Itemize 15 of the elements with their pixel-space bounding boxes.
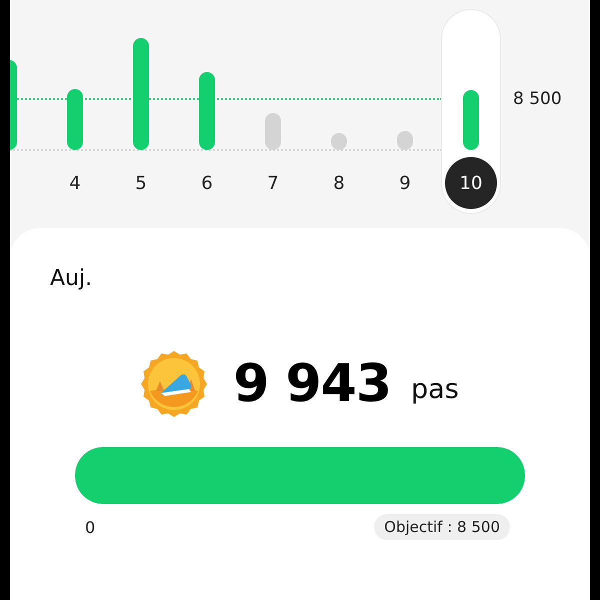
progress-start-label: 0 (85, 518, 96, 536)
shoe-badge-icon (141, 351, 208, 417)
card-title: Auj. (50, 266, 92, 291)
day-label[interactable]: 4 (49, 157, 101, 209)
day-label[interactable]: 9 (379, 157, 431, 209)
selected-day-highlight[interactable]: 10 (442, 10, 500, 213)
goal-tag: Objectif : 8 500 (374, 514, 510, 540)
goal-value: 8 500 (513, 89, 562, 109)
step-unit: pas (411, 374, 459, 404)
day-label[interactable]: 10 (445, 157, 497, 209)
day-label[interactable]: 5 (115, 157, 167, 209)
step-count: 9 943 (233, 354, 392, 414)
day-label[interactable]: 7 (247, 157, 299, 209)
day-label[interactable]: 8 (313, 157, 365, 209)
day-label[interactable]: 6 (181, 157, 233, 209)
